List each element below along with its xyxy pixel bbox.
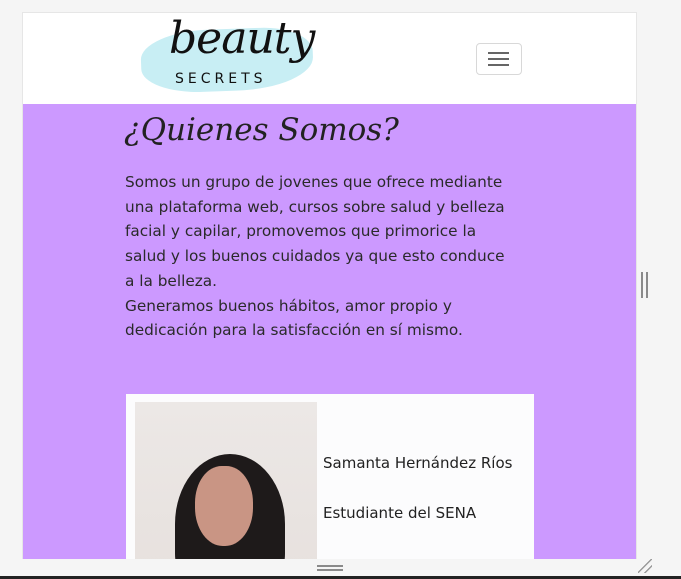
about-heading: ¿Quienes Somos?: [124, 112, 399, 148]
brand-logo[interactable]: beauty SECRETS: [135, 13, 321, 99]
hamburger-menu-icon[interactable]: [476, 43, 522, 75]
photo-face: [195, 466, 253, 546]
menu-line: [488, 52, 509, 54]
member-role: Estudiante del SENA: [323, 504, 477, 522]
menu-line: [488, 58, 509, 60]
team-member-card: Samanta Hernández Ríos Estudiante del SE…: [126, 394, 534, 559]
about-section: ¿Quienes Somos? Somos un grupo de jovene…: [23, 104, 636, 559]
vertical-scrollbar-grip[interactable]: [641, 272, 648, 298]
horizontal-scrollbar-grip[interactable]: [317, 565, 343, 571]
member-photo: [135, 402, 317, 559]
menu-line: [488, 64, 509, 66]
member-name: Samanta Hernández Ríos: [323, 454, 513, 472]
about-paragraph: Somos un grupo de jovenes que ofrece med…: [125, 173, 505, 340]
navbar: beauty SECRETS: [23, 13, 636, 104]
logo-title: beauty: [169, 13, 315, 64]
logo-subtitle: SECRETS: [175, 71, 267, 87]
browser-viewport: beauty SECRETS ¿Quienes Somos? Somos un …: [22, 12, 637, 559]
resize-handle-icon[interactable]: [638, 559, 652, 573]
about-text: Somos un grupo de jovenes que ofrece med…: [125, 170, 505, 343]
